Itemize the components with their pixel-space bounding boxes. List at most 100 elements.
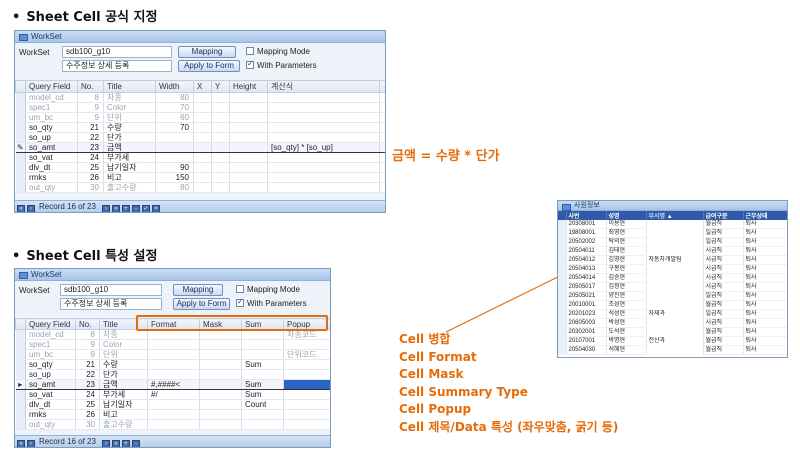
emp-status-cell[interactable]: 퇴사 xyxy=(743,220,787,230)
row-indicator[interactable] xyxy=(15,399,26,410)
emp-dept-cell[interactable] xyxy=(646,318,704,328)
workset-field[interactable]: sdb100_g10 xyxy=(60,284,162,296)
row-indicator[interactable] xyxy=(558,291,567,302)
title-cell[interactable]: 단위 xyxy=(103,112,156,123)
popup-cell[interactable] xyxy=(283,369,330,380)
emp-id-cell[interactable]: 20107001 xyxy=(566,336,607,347)
row-indicator[interactable] xyxy=(15,172,26,183)
sum-cell[interactable] xyxy=(241,329,284,340)
apply-to-form-button[interactable]: Apply to Form xyxy=(173,298,230,310)
no-cell[interactable]: 22 xyxy=(77,132,104,143)
row-indicator[interactable] xyxy=(558,220,567,230)
emp-name-cell[interactable]: 도석현 xyxy=(606,327,647,338)
x-cell[interactable] xyxy=(193,142,212,153)
col-emp-pay[interactable]: 급여구분 xyxy=(703,211,744,220)
row-indicator[interactable] xyxy=(558,264,567,275)
table-row[interactable]: 20502002 탁의현 일급직 퇴사 xyxy=(558,237,787,248)
emp-name-cell[interactable]: 김승현 xyxy=(606,273,647,284)
emp-status-cell[interactable]: 퇴사 xyxy=(743,336,787,347)
title-cell[interactable]: 출고수량 xyxy=(103,182,156,193)
height-cell[interactable] xyxy=(229,142,268,153)
sum-cell[interactable] xyxy=(241,349,284,360)
next-record-icon[interactable]: › xyxy=(101,440,110,447)
title-cell[interactable]: 단위 xyxy=(99,349,148,360)
emp-id-cell[interactable]: 20504011 xyxy=(566,246,607,257)
width-cell[interactable] xyxy=(155,152,194,163)
query-field-cell[interactable]: so_up xyxy=(25,369,76,380)
no-cell[interactable]: 21 xyxy=(77,122,104,133)
sum-cell[interactable]: Sum xyxy=(241,379,284,390)
row-indicator[interactable] xyxy=(558,318,567,329)
col-query-field[interactable]: Query Field xyxy=(25,318,76,330)
table-row[interactable]: dlv_dt 25 납기일자 Count xyxy=(15,399,330,410)
query-field-cell[interactable]: so_qty xyxy=(25,359,76,370)
first-record-icon[interactable]: « xyxy=(17,205,25,212)
row-indicator[interactable] xyxy=(15,122,26,133)
emp-id-cell[interactable]: 20504014 xyxy=(566,273,607,284)
emp-id-cell[interactable]: 20502002 xyxy=(566,237,607,248)
format-cell[interactable] xyxy=(147,409,200,420)
col-height[interactable]: Height xyxy=(229,80,268,93)
no-cell[interactable]: 26 xyxy=(75,409,100,420)
emp-dept-cell[interactable] xyxy=(646,246,704,256)
emp-pay-cell[interactable]: 시급직 xyxy=(703,246,744,257)
row-indicator[interactable] xyxy=(15,409,26,420)
row-indicator[interactable] xyxy=(15,162,26,173)
no-cell[interactable]: 22 xyxy=(75,369,100,380)
row-indicator[interactable] xyxy=(558,228,567,239)
cancel-icon[interactable]: × xyxy=(151,205,160,212)
width-cell[interactable]: 70 xyxy=(155,102,194,113)
emp-name-cell[interactable]: 석성현 xyxy=(606,309,647,320)
row-indicator[interactable]: ✎ xyxy=(15,142,26,153)
row-indicator[interactable] xyxy=(558,273,567,284)
emp-status-cell[interactable]: 퇴사 xyxy=(743,327,787,338)
delete-record-icon[interactable]: - xyxy=(131,205,140,212)
emp-pay-cell[interactable]: 월급직 xyxy=(703,220,744,230)
table-row[interactable]: 20010001 조성현 월급직 퇴사 xyxy=(558,300,787,311)
no-cell[interactable]: 24 xyxy=(75,389,100,400)
width-cell[interactable]: 80 xyxy=(155,92,194,103)
emp-dept-cell[interactable]: 전산과 xyxy=(646,336,704,346)
table-row[interactable]: rmks 26 비고 150 xyxy=(15,172,385,183)
table-row[interactable]: so_qty 21 수량 70 xyxy=(15,122,385,133)
col-x[interactable]: X xyxy=(193,80,212,93)
row-indicator[interactable] xyxy=(15,349,26,360)
add-record-icon[interactable]: + xyxy=(121,205,130,212)
prev-record-icon[interactable]: ‹ xyxy=(27,440,35,447)
table-row[interactable]: 20504013 구봉현 시급직 퇴사 xyxy=(558,264,787,275)
sum-cell[interactable]: Sum xyxy=(241,359,284,370)
height-cell[interactable] xyxy=(229,162,268,173)
emp-id-cell[interactable]: 20201023 xyxy=(566,309,607,320)
width-cell[interactable] xyxy=(155,132,194,143)
emp-pay-cell[interactable]: 월급직 xyxy=(703,345,744,356)
query-field-cell[interactable]: so_vat xyxy=(25,152,78,163)
emp-dept-cell[interactable] xyxy=(646,327,704,337)
row-indicator[interactable] xyxy=(558,345,567,356)
mapping-mode-checkbox[interactable]: Mapping Mode xyxy=(236,285,300,295)
query-field-cell[interactable]: dlv_dt xyxy=(25,399,76,410)
query-field-cell[interactable]: out_qty xyxy=(25,419,76,430)
query-field-cell[interactable]: model_cd xyxy=(25,329,76,340)
mapping-button[interactable]: Mapping xyxy=(173,284,223,296)
emp-status-cell[interactable]: 퇴사 xyxy=(743,228,787,239)
height-cell[interactable] xyxy=(229,112,268,123)
formula-cell[interactable] xyxy=(267,152,380,163)
emp-id-cell[interactable]: 20504012 xyxy=(566,255,607,266)
row-indicator[interactable]: ▸ xyxy=(15,379,26,390)
emp-status-cell[interactable]: 퇴사 xyxy=(743,282,787,293)
title-cell[interactable]: 단가 xyxy=(99,369,148,380)
x-cell[interactable] xyxy=(193,122,212,133)
sum-cell[interactable] xyxy=(241,339,284,350)
row-indicator[interactable] xyxy=(15,92,26,103)
row-indicator[interactable] xyxy=(15,182,26,193)
x-cell[interactable] xyxy=(193,172,212,183)
y-cell[interactable] xyxy=(211,142,230,153)
popup-cell[interactable] xyxy=(283,399,330,410)
width-cell[interactable]: 80 xyxy=(155,182,194,193)
mask-cell[interactable] xyxy=(199,339,242,350)
mask-cell[interactable] xyxy=(199,369,242,380)
x-cell[interactable] xyxy=(193,92,212,103)
emp-pay-cell[interactable]: 월급직 xyxy=(703,300,744,311)
height-cell[interactable] xyxy=(229,152,268,163)
sum-cell[interactable] xyxy=(241,369,284,380)
